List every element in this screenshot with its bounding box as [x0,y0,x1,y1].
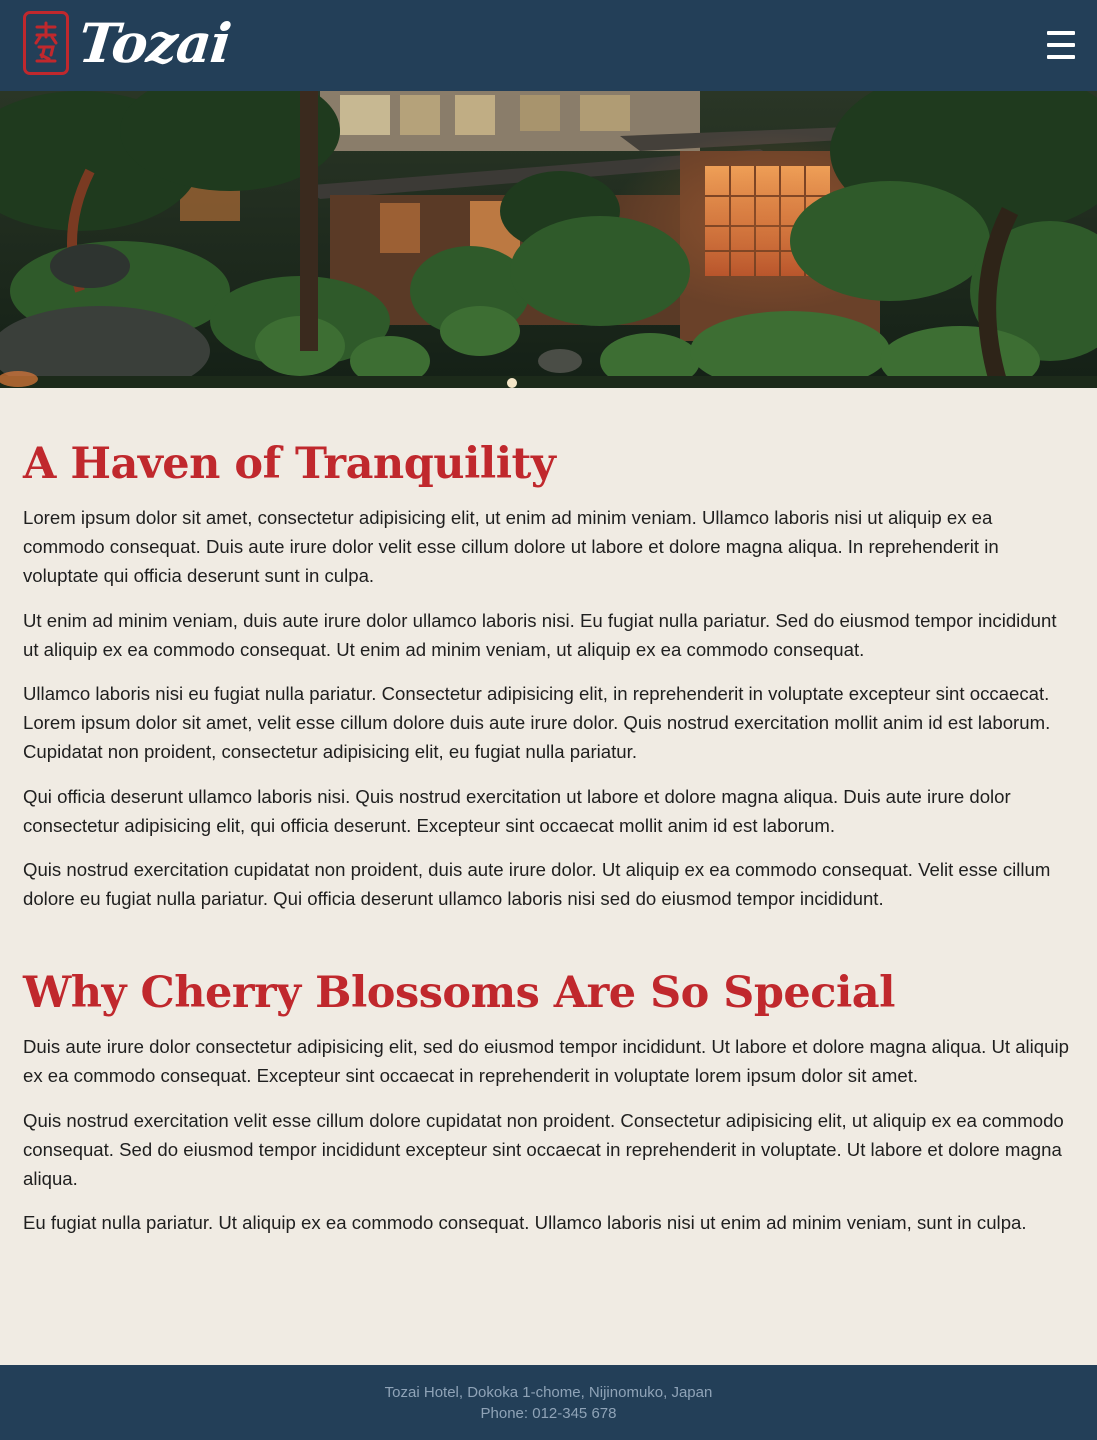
section-heading: Why Cherry Blossoms Are So Special [23,968,896,1018]
paragraph: Ullamco laboris nisi eu fugiat nulla par… [23,683,1051,762]
brand-name: Tozai [75,11,234,75]
section-heading: A Haven of Tranquility [23,439,556,489]
hamburger-menu-icon[interactable] [1047,31,1075,59]
main-content: A Haven of Tranquility Lorem ipsum dolor… [0,388,1097,1237]
paragraph: Qui officia deserunt ullamco laboris nis… [23,785,1011,836]
footer-phone: Phone: 012-345 678 [480,1405,617,1422]
seal-logo-icon [23,11,69,75]
paragraph: Quis nostrud exercitation cupidatat non … [23,859,1051,909]
brand-logo-link[interactable]: Tozai [23,11,234,75]
paragraph: Duis aute irure dolor consectetur adipis… [23,1036,1069,1086]
footer-address: Tozai Hotel, Dokoka 1-chome, Nijinomuko,… [384,1384,713,1401]
paragraph: Eu fugiat nulla pariatur. Ut aliquip ex … [23,1212,1027,1233]
site-footer: Tozai Hotel, Dokoka 1-chome, Nijinomuko,… [0,1365,1097,1440]
paragraph: Lorem ipsum dolor sit amet, consectetur … [23,507,999,586]
hero-garden-image [0,91,1097,388]
site-header: Tozai [0,0,1097,91]
section-tranquility: A Haven of Tranquility Lorem ipsum dolor… [23,388,1074,913]
paragraph: Ut enim ad minim veniam, duis aute irure… [23,609,1057,660]
section-cherry-blossoms: Why Cherry Blossoms Are So Special Duis … [23,913,1074,1237]
paragraph: Quis nostrud exercitation velit esse cil… [23,1109,1064,1189]
